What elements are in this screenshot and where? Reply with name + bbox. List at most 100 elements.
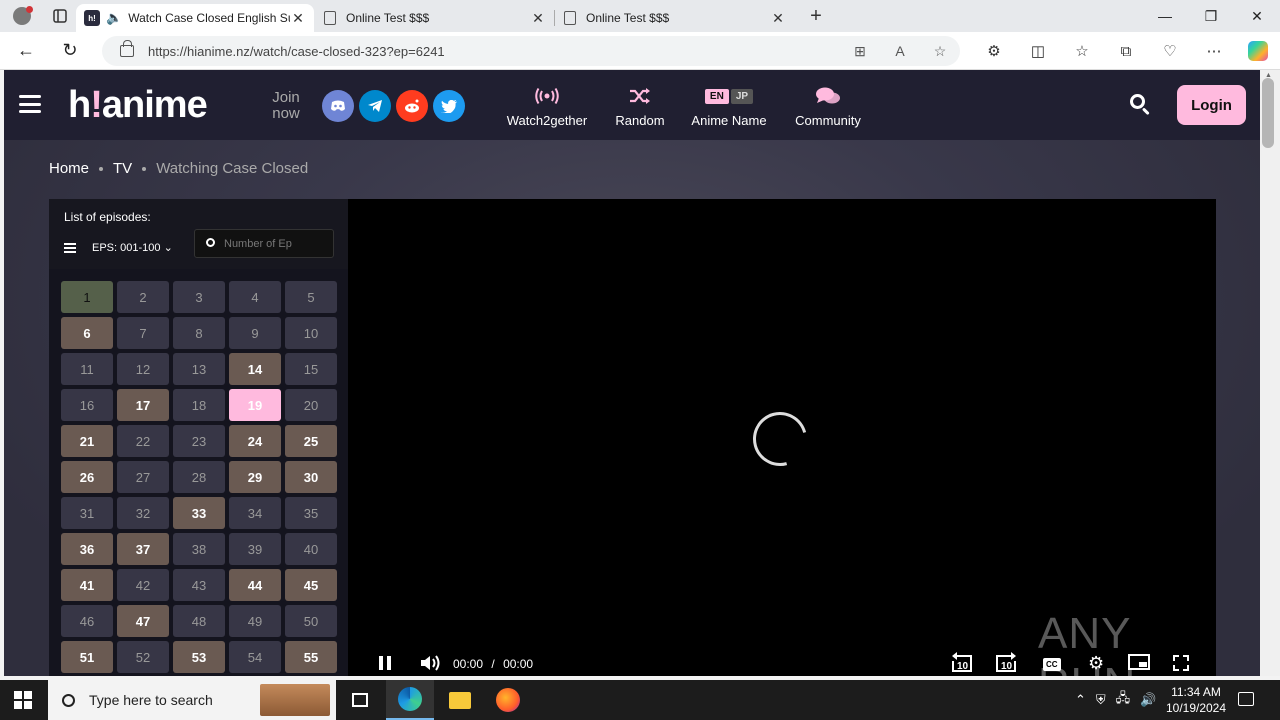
episode-button[interactable]: 7	[117, 317, 169, 349]
episode-button[interactable]: 33	[173, 497, 225, 529]
episode-button[interactable]: 14	[229, 353, 281, 385]
speaker-icon[interactable]: 🔊	[1140, 692, 1156, 708]
episode-button[interactable]: 26	[61, 461, 113, 493]
episode-button[interactable]: 37	[117, 533, 169, 565]
forward-10-button[interactable]: 10	[992, 651, 1018, 676]
login-button[interactable]: Login	[1177, 85, 1246, 125]
taskbar-search-box[interactable]: Type here to search	[48, 680, 336, 720]
episode-button[interactable]: 17	[117, 389, 169, 421]
tab-actions-button[interactable]	[44, 0, 76, 32]
more-menu-icon[interactable]: ⋯	[1192, 42, 1236, 60]
episode-button[interactable]: 41	[61, 569, 113, 601]
rewind-10-button[interactable]: 10	[950, 651, 976, 676]
volume-button[interactable]	[420, 654, 442, 675]
episode-button[interactable]: 28	[173, 461, 225, 493]
episode-button[interactable]: 30	[285, 461, 337, 493]
tab-online-test-1[interactable]: Online Test $$$ ✕	[314, 4, 554, 32]
episode-button[interactable]: 1	[61, 281, 113, 313]
reddit-button[interactable]	[396, 90, 428, 122]
site-logo[interactable]: h!anime	[68, 84, 208, 127]
episode-range-dropdown[interactable]: EPS: 001-100 ⌄	[92, 241, 173, 254]
episode-button[interactable]: 4	[229, 281, 281, 313]
episode-button[interactable]: 15	[285, 353, 337, 385]
episode-button[interactable]: 23	[173, 425, 225, 457]
network-icon[interactable]: 🖧	[1116, 689, 1131, 711]
windows-start-icon[interactable]	[14, 691, 32, 709]
episode-button[interactable]: 2	[117, 281, 169, 313]
settings-gear-icon[interactable]: ⚙	[1088, 653, 1104, 674]
episode-button[interactable]: 34	[229, 497, 281, 529]
episode-button[interactable]: 54	[229, 641, 281, 673]
episode-button[interactable]: 6	[61, 317, 113, 349]
video-player[interactable]: ANY RUN 00:00 / 00:00 10 10 CC ⚙	[348, 199, 1216, 676]
episode-button[interactable]: 36	[61, 533, 113, 565]
speaker-icon[interactable]: 🔈	[106, 10, 122, 26]
search-icon[interactable]	[1130, 94, 1150, 116]
taskbar-firefox[interactable]	[484, 680, 532, 720]
performance-icon[interactable]: ♡	[1148, 42, 1192, 60]
episode-search-box[interactable]	[194, 229, 334, 258]
discord-button[interactable]	[322, 90, 354, 122]
episode-button[interactable]: 49	[229, 605, 281, 637]
episode-button[interactable]: 39	[229, 533, 281, 565]
read-aloud-icon[interactable]: A	[880, 43, 920, 59]
episode-button[interactable]: 32	[117, 497, 169, 529]
episode-button[interactable]: 44	[229, 569, 281, 601]
episode-button[interactable]: 31	[61, 497, 113, 529]
episode-button[interactable]: 13	[173, 353, 225, 385]
episode-button[interactable]: 21	[61, 425, 113, 457]
episode-button[interactable]: 10	[285, 317, 337, 349]
close-tab-icon[interactable]: ✕	[530, 10, 546, 27]
episode-button[interactable]: 11	[61, 353, 113, 385]
episode-button[interactable]: 25	[285, 425, 337, 457]
notification-center-icon[interactable]	[1238, 692, 1254, 706]
twitter-button[interactable]	[433, 90, 465, 122]
episode-button[interactable]: 47	[117, 605, 169, 637]
refresh-button[interactable]: ↻	[52, 36, 88, 66]
episode-button[interactable]: 52	[117, 641, 169, 673]
episode-button[interactable]: 24	[229, 425, 281, 457]
episode-button[interactable]: 55	[285, 641, 337, 673]
breadcrumb-tv[interactable]: TV	[113, 160, 132, 177]
episode-button[interactable]: 35	[285, 497, 337, 529]
minimize-icon[interactable]: —	[1142, 0, 1188, 32]
scrollbar-thumb[interactable]	[1262, 78, 1274, 148]
watch2gether-link[interactable]: Watch2gether	[500, 84, 594, 128]
episode-button[interactable]: 20	[285, 389, 337, 421]
url-text[interactable]: https://hianime.nz/watch/case-closed-323…	[148, 44, 840, 59]
episode-button[interactable]: 29	[229, 461, 281, 493]
episode-button[interactable]: 42	[117, 569, 169, 601]
favorite-star-icon[interactable]: ☆	[920, 43, 960, 60]
collections-icon[interactable]: ⧉	[1104, 43, 1148, 60]
episode-button[interactable]: 22	[117, 425, 169, 457]
security-icon[interactable]: ⛨	[1096, 692, 1106, 708]
copilot-icon[interactable]	[1248, 41, 1268, 61]
captions-button[interactable]: CC	[1043, 656, 1061, 671]
pip-button[interactable]	[1128, 654, 1150, 673]
page-scrollbar[interactable]	[1260, 70, 1280, 676]
breadcrumb-home[interactable]: Home	[49, 160, 89, 177]
taskbar-clock[interactable]: 11:34 AM 10/19/2024	[1160, 684, 1232, 716]
random-link[interactable]: Random	[610, 84, 670, 128]
taskbar-edge[interactable]	[386, 680, 434, 720]
fullscreen-button[interactable]	[1173, 655, 1189, 674]
episode-button[interactable]: 5	[285, 281, 337, 313]
episode-button[interactable]: 43	[173, 569, 225, 601]
episode-button[interactable]: 46	[61, 605, 113, 637]
split-screen-icon[interactable]: ◫	[1016, 42, 1060, 60]
favorites-icon[interactable]: ☆	[1060, 42, 1104, 60]
episode-button[interactable]: 40	[285, 533, 337, 565]
extensions-icon[interactable]: ⚙	[972, 42, 1016, 60]
task-view-button[interactable]	[336, 680, 384, 720]
lock-icon[interactable]	[120, 40, 134, 57]
episode-button[interactable]: 48	[173, 605, 225, 637]
tab-online-test-2[interactable]: Online Test $$$ ✕	[554, 4, 794, 32]
lang-jp-option[interactable]: JP	[730, 88, 754, 104]
episode-search-input[interactable]	[224, 237, 314, 250]
close-tab-icon[interactable]: ✕	[290, 10, 306, 27]
episode-button[interactable]: 53	[173, 641, 225, 673]
episode-button[interactable]: 45	[285, 569, 337, 601]
telegram-button[interactable]	[359, 90, 391, 122]
restore-icon[interactable]: ❐	[1188, 0, 1234, 32]
taskbar-file-explorer[interactable]	[436, 680, 484, 720]
